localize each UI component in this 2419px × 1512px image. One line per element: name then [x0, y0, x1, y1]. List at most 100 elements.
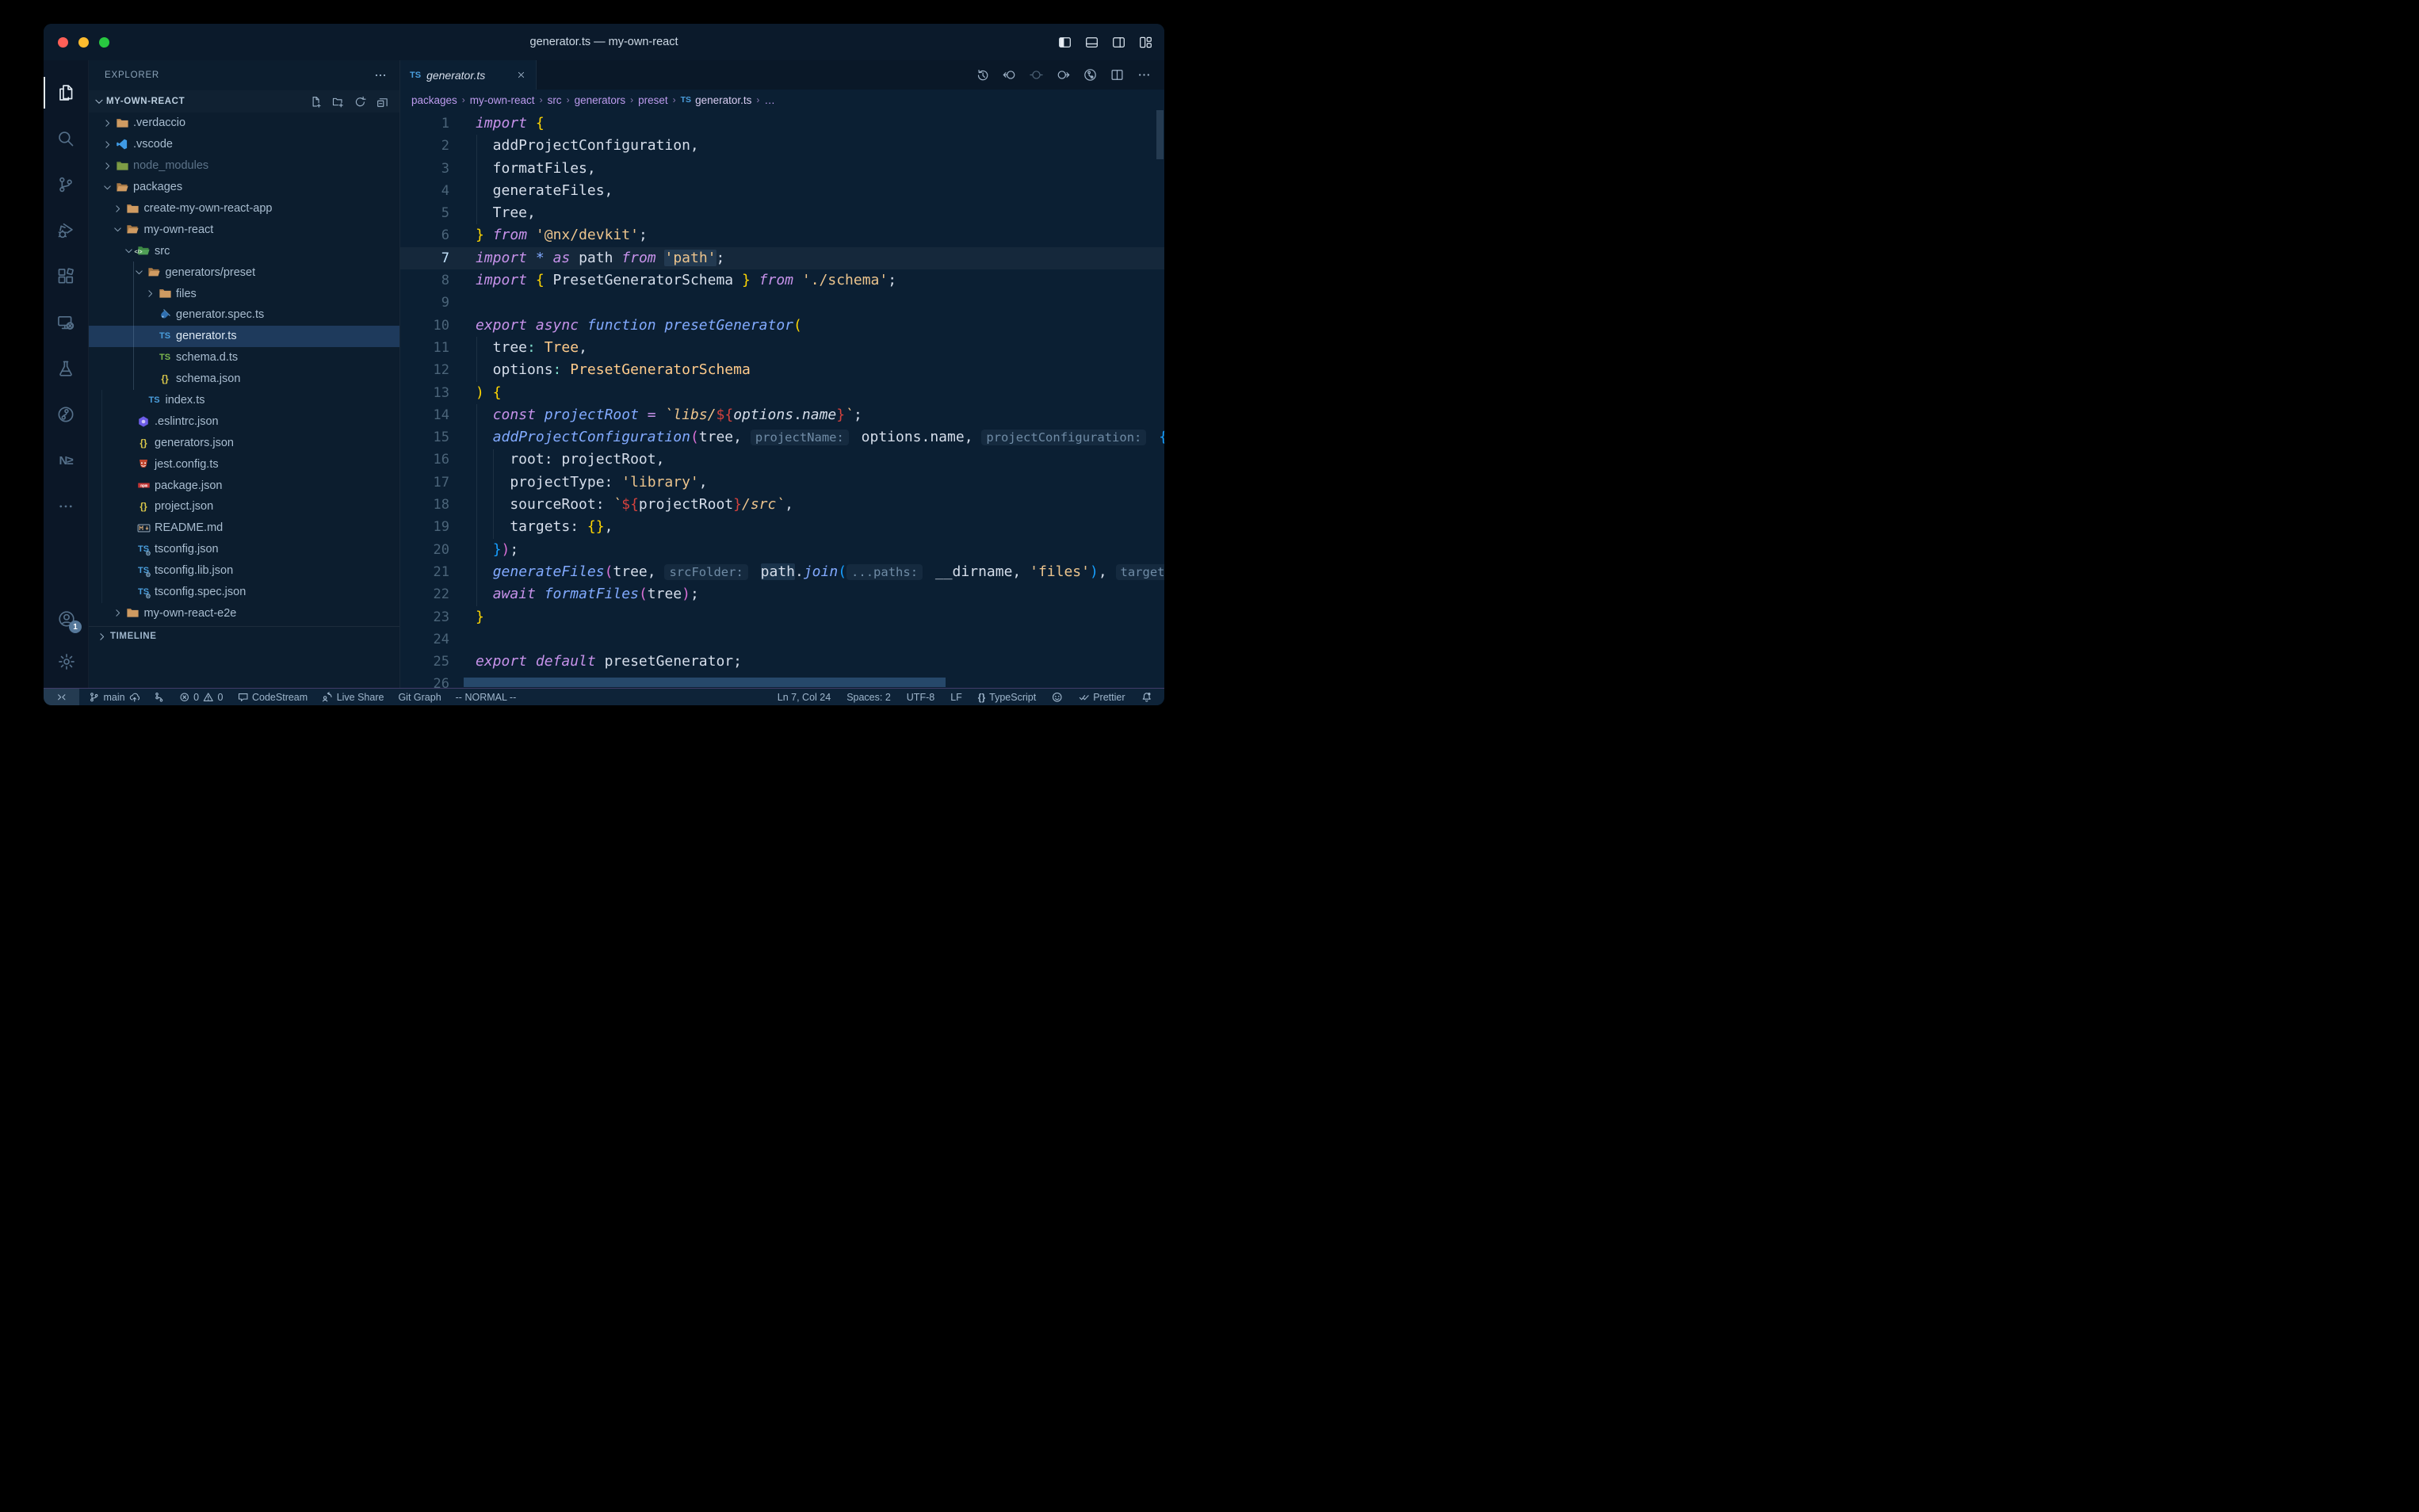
local-history-icon[interactable]	[974, 67, 990, 83]
tree-item--verdaccio[interactable]: .verdaccio	[89, 113, 399, 134]
tree-item-readme-md[interactable]: README.md	[89, 517, 399, 539]
tree-item-src[interactable]: </>src	[89, 240, 399, 262]
code-line-17[interactable]: 17 projectType: 'library',	[400, 472, 1164, 494]
breadcrumb-item[interactable]: my-own-react	[470, 94, 535, 106]
line-number[interactable]: 2	[400, 135, 476, 157]
activity-accounts-icon[interactable]: 1	[44, 598, 89, 640]
code-line-16[interactable]: 16 root: projectRoot,	[400, 449, 1164, 471]
code-line-23[interactable]: 23}	[400, 606, 1164, 628]
status-remote-indicator[interactable]	[44, 689, 79, 705]
status-git-branch[interactable]: main	[87, 689, 141, 705]
code-line-6[interactable]: 6} from '@nx/devkit';	[400, 224, 1164, 246]
code-line-12[interactable]: 12 options: PresetGeneratorSchema	[400, 359, 1164, 381]
tree-item-jest-config-ts[interactable]: jest.config.ts	[89, 453, 399, 475]
toggle-primary-sidebar-icon[interactable]	[1057, 34, 1072, 50]
line-number[interactable]: 19	[400, 516, 476, 538]
toggle-panel-icon[interactable]	[1083, 34, 1099, 50]
activity-additional-views-icon[interactable]	[44, 483, 89, 529]
tree-item-project-json[interactable]: {}project.json	[89, 496, 399, 517]
code-line-9[interactable]: 9	[400, 292, 1164, 314]
code-line-7[interactable]: 7import * as path from 'path';	[400, 247, 1164, 269]
git-actions-icon[interactable]	[1082, 67, 1098, 83]
code-line-5[interactable]: 5 Tree,	[400, 202, 1164, 224]
code-line-15[interactable]: 15 addProjectConfiguration(tree, project…	[400, 426, 1164, 449]
line-number[interactable]: 17	[400, 472, 476, 494]
workspace-section-header[interactable]: MY-OWN-REACT	[89, 90, 399, 113]
status-live-share[interactable]: Live Share	[320, 689, 385, 705]
code-line-14[interactable]: 14 const projectRoot = `libs/${options.n…	[400, 404, 1164, 426]
tree-item-create-my-own-react-app[interactable]: create-my-own-react-app	[89, 198, 399, 220]
activity-extensions-icon[interactable]	[44, 254, 89, 300]
tree-item-package-json[interactable]: npmpackage.json	[89, 475, 399, 496]
more-actions-icon[interactable]	[1136, 67, 1152, 83]
tree-item-tsconfig-lib-json[interactable]: TS⚙tsconfig.lib.json	[89, 560, 399, 582]
activity-manage-icon[interactable]	[44, 640, 89, 683]
breadcrumb-item[interactable]: src	[548, 94, 562, 106]
status-language-mode[interactable]: {}TypeScript	[976, 689, 1038, 705]
status-problems[interactable]: 00	[178, 689, 225, 705]
line-number[interactable]: 13	[400, 382, 476, 404]
tree-item-tsconfig-spec-json[interactable]: TS⚙tsconfig.spec.json	[89, 582, 399, 603]
tree-item-generator-ts[interactable]: TSgenerator.ts	[89, 326, 399, 347]
tree-item--vscode[interactable]: .vscode	[89, 134, 399, 155]
code-line-22[interactable]: 22 await formatFiles(tree);	[400, 583, 1164, 605]
tree-item-generators-preset[interactable]: generators/preset	[89, 262, 399, 283]
status-git-graph-view[interactable]	[152, 689, 166, 705]
tree-item-node-modules[interactable]: node_modules	[89, 155, 399, 177]
line-number[interactable]: 24	[400, 628, 476, 651]
code-line-1[interactable]: 1import {	[400, 113, 1164, 135]
activity-testing-icon[interactable]	[44, 346, 89, 391]
change-none-icon[interactable]	[1028, 67, 1044, 83]
status-github[interactable]	[1050, 689, 1064, 705]
code-line-21[interactable]: 21 generateFiles(tree, srcFolder: path.j…	[400, 561, 1164, 583]
line-number[interactable]: 15	[400, 426, 476, 449]
nav-back-icon[interactable]	[1001, 67, 1017, 83]
breadcrumb-item[interactable]: generators	[575, 94, 626, 106]
code-line-25[interactable]: 25export default presetGenerator;	[400, 651, 1164, 673]
tree-item--eslintrc-json[interactable]: .eslintrc.json	[89, 410, 399, 432]
activity-run-and-debug-icon[interactable]	[44, 208, 89, 254]
line-number[interactable]: 4	[400, 180, 476, 202]
minimize-window-button[interactable]	[78, 37, 89, 48]
line-number[interactable]: 21	[400, 561, 476, 583]
breadcrumb-file[interactable]: TSgenerator.ts	[681, 94, 752, 106]
close-window-button[interactable]	[58, 37, 68, 48]
tree-item-packages[interactable]: packages	[89, 177, 399, 198]
code-line-19[interactable]: 19 targets: {},	[400, 516, 1164, 538]
line-number[interactable]: 20	[400, 539, 476, 561]
status-git-graph[interactable]: Git Graph	[396, 689, 442, 705]
line-number[interactable]: 23	[400, 606, 476, 628]
horizontal-scrollbar[interactable]	[464, 678, 946, 687]
close-tab-icon[interactable]	[514, 68, 528, 82]
collapse-folders-icon[interactable]	[374, 94, 390, 109]
title-bar[interactable]: generator.ts — my-own-react	[44, 24, 1164, 60]
toggle-secondary-sidebar-icon[interactable]	[1110, 34, 1126, 50]
line-number[interactable]: 6	[400, 224, 476, 246]
status-vim-mode[interactable]: -- NORMAL --	[454, 689, 518, 705]
refresh-explorer-icon[interactable]	[352, 94, 368, 109]
tree-item-tsconfig-json[interactable]: TS⚙tsconfig.json	[89, 539, 399, 560]
explorer-more-actions-icon[interactable]	[374, 69, 387, 82]
line-number[interactable]: 8	[400, 269, 476, 292]
breadcrumb-item[interactable]: preset	[638, 94, 668, 106]
code-line-20[interactable]: 20 });	[400, 539, 1164, 561]
code-editor[interactable]: 1import {2 addProjectConfiguration,3 for…	[400, 110, 1164, 688]
tree-item-files[interactable]: files	[89, 283, 399, 304]
zoom-window-button[interactable]	[99, 37, 109, 48]
activity-gitlens-icon[interactable]	[44, 391, 89, 437]
status-codestream[interactable]: CodeStream	[236, 689, 310, 705]
line-number[interactable]: 18	[400, 494, 476, 516]
line-number[interactable]: 14	[400, 404, 476, 426]
activity-explorer-icon[interactable]	[44, 70, 89, 116]
line-number[interactable]: 25	[400, 651, 476, 673]
status-notifications[interactable]	[1140, 689, 1154, 705]
tree-item-schema-d-ts[interactable]: TSschema.d.ts	[89, 347, 399, 368]
new-file-icon[interactable]	[308, 94, 323, 109]
line-number[interactable]: 12	[400, 359, 476, 381]
status-encoding[interactable]: UTF-8	[905, 689, 936, 705]
code-line-8[interactable]: 8import { PresetGeneratorSchema } from '…	[400, 269, 1164, 292]
code-line-3[interactable]: 3 formatFiles,	[400, 158, 1164, 180]
code-line-2[interactable]: 2 addProjectConfiguration,	[400, 135, 1164, 157]
activity-remote-explorer-icon[interactable]	[44, 300, 89, 346]
status-indentation[interactable]: Spaces: 2	[845, 689, 892, 705]
